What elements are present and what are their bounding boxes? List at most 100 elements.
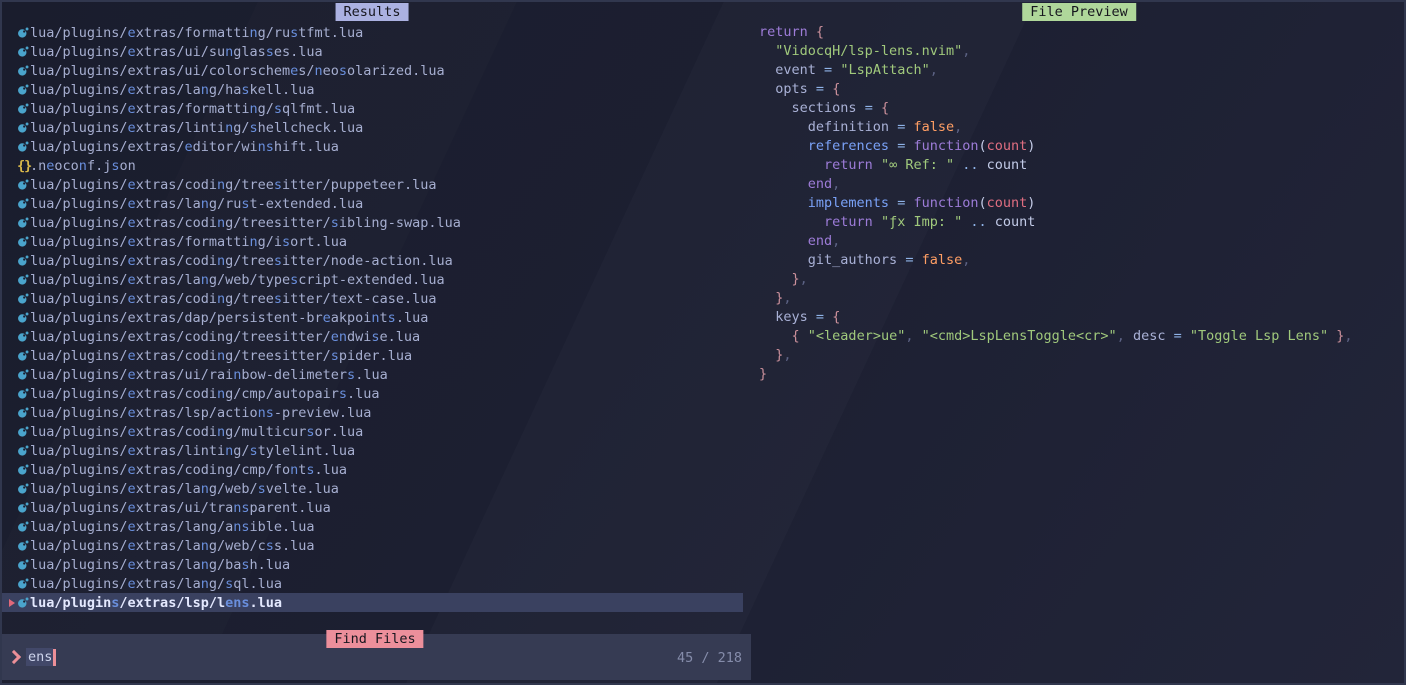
result-path: lua/plugins/extras/coding/treesitter/end…	[30, 329, 420, 345]
lua-file-icon	[17, 369, 30, 381]
code-line: end,	[759, 175, 1399, 194]
result-row[interactable]: lua/plugins/extras/lang/bash.lua	[0, 555, 743, 574]
code-line: references = function(count)	[759, 137, 1399, 156]
result-path: .neoconf.json	[30, 158, 136, 174]
result-row[interactable]: lua/plugins/extras/ui/transparent.lua	[0, 498, 743, 517]
result-row[interactable]: lua/plugins/extras/lang/web/svelte.lua	[0, 479, 743, 498]
results-counter: 45 / 218	[677, 650, 742, 666]
prompt-bar[interactable]: Find Files ens 45 / 218	[0, 634, 751, 680]
lua-file-icon	[17, 540, 30, 552]
result-row[interactable]: lua/plugins/extras/linting/shellcheck.lu…	[0, 118, 743, 137]
result-row[interactable]: lua/plugins/extras/editor/winshift.lua	[0, 137, 743, 156]
lua-file-icon	[17, 46, 30, 58]
code-line: event = "LspAttach",	[759, 61, 1399, 80]
result-row[interactable]: lua/plugins/extras/lsp/actions-preview.l…	[0, 403, 743, 422]
result-row[interactable]: lua/plugins/extras/lsp/lens.lua	[0, 593, 743, 612]
code-line: return "∞ Ref: " .. count	[759, 156, 1399, 175]
lua-file-icon	[17, 122, 30, 134]
lua-file-icon	[17, 84, 30, 96]
result-row[interactable]: lua/plugins/extras/coding/treesitter/tex…	[0, 289, 743, 308]
lua-file-icon	[17, 293, 30, 305]
result-row[interactable]: lua/plugins/extras/coding/multicursor.lu…	[0, 422, 743, 441]
lua-file-icon	[17, 27, 30, 39]
results-list[interactable]: lua/plugins/extras/formatting/rustfmt.lu…	[0, 23, 751, 612]
lua-file-icon	[17, 578, 30, 590]
code-line: git_authors = false,	[759, 251, 1399, 270]
result-row[interactable]: lua/plugins/extras/formatting/sqlfmt.lua	[0, 99, 743, 118]
lua-file-icon	[17, 236, 30, 248]
lua-file-icon	[17, 559, 30, 571]
result-path: lua/plugins/extras/coding/treesitter/spi…	[30, 348, 412, 364]
result-row[interactable]: lua/plugins/extras/formatting/isort.lua	[0, 232, 743, 251]
code-line: },	[759, 289, 1399, 308]
lua-file-icon	[17, 464, 30, 476]
result-path: lua/plugins/extras/coding/cmp/autopairs.…	[30, 386, 380, 402]
result-path: lua/plugins/extras/lsp/lens.lua	[30, 595, 282, 611]
result-row[interactable]: lua/plugins/extras/lang/web/css.lua	[0, 536, 743, 555]
result-path: lua/plugins/extras/formatting/isort.lua	[30, 234, 347, 250]
result-path: lua/plugins/extras/lang/web/css.lua	[30, 538, 315, 554]
lua-file-icon	[17, 407, 30, 419]
prompt-cursor	[53, 649, 56, 666]
result-row[interactable]: lua/plugins/extras/lang/haskell.lua	[0, 80, 743, 99]
result-row[interactable]: lua/plugins/extras/dap/persistent-breakp…	[0, 308, 743, 327]
result-row[interactable]: lua/plugins/extras/coding/treesitter/nod…	[0, 251, 743, 270]
result-row[interactable]: lua/plugins/extras/formatting/rustfmt.lu…	[0, 23, 743, 42]
result-row[interactable]: lua/plugins/extras/ui/rainbow-delimeters…	[0, 365, 743, 384]
code-line: opts = {	[759, 80, 1399, 99]
result-row[interactable]: lua/plugins/extras/lang/ansible.lua	[0, 517, 743, 536]
result-path: lua/plugins/extras/linting/shellcheck.lu…	[30, 120, 363, 136]
result-row[interactable]: lua/plugins/extras/lang/sql.lua	[0, 574, 743, 593]
result-path: lua/plugins/extras/coding/multicursor.lu…	[30, 424, 363, 440]
code-line: implements = function(count)	[759, 194, 1399, 213]
result-path: lua/plugins/extras/lsp/actions-preview.l…	[30, 405, 371, 421]
result-path: lua/plugins/extras/lang/rust-extended.lu…	[30, 196, 363, 212]
result-path: lua/plugins/extras/coding/cmp/fonts.lua	[30, 462, 347, 478]
prompt-input[interactable]: ens	[26, 648, 53, 666]
result-row[interactable]: lua/plugins/extras/ui/colorschemes/neoso…	[0, 61, 743, 80]
code-line: keys = {	[759, 308, 1399, 327]
result-row[interactable]: lua/plugins/extras/coding/treesitter/sib…	[0, 213, 743, 232]
lua-file-icon	[17, 255, 30, 267]
lua-file-icon	[17, 521, 30, 533]
result-row[interactable]: lua/plugins/extras/coding/treesitter/end…	[0, 327, 743, 346]
result-row[interactable]: lua/plugins/extras/coding/cmp/autopairs.…	[0, 384, 743, 403]
lua-file-icon	[17, 502, 30, 514]
result-path: lua/plugins/extras/formatting/rustfmt.lu…	[30, 25, 363, 41]
code-line: sections = {	[759, 99, 1399, 118]
result-row[interactable]: lua/plugins/extras/coding/treesitter/pup…	[0, 175, 743, 194]
result-path: lua/plugins/extras/formatting/sqlfmt.lua	[30, 101, 355, 117]
result-row[interactable]: lua/plugins/extras/linting/stylelint.lua	[0, 441, 743, 460]
result-path: lua/plugins/extras/dap/persistent-breakp…	[30, 310, 428, 326]
lua-file-icon	[17, 597, 30, 609]
result-row[interactable]: lua/plugins/extras/coding/treesitter/spi…	[0, 346, 743, 365]
code-line: { "<leader>ue", "<cmd>LspLensToggle<cr>"…	[759, 327, 1399, 346]
result-path: lua/plugins/extras/lang/haskell.lua	[30, 82, 315, 98]
code-line: },	[759, 270, 1399, 289]
preview-title: File Preview	[1022, 3, 1136, 21]
lua-file-icon	[17, 217, 30, 229]
code-line: },	[759, 346, 1399, 365]
lua-file-icon	[17, 65, 30, 77]
result-path: lua/plugins/extras/lang/bash.lua	[30, 557, 290, 573]
preview-panel[interactable]: return { "VidocqH/lsp-lens.nvim", event …	[759, 23, 1399, 384]
result-path: lua/plugins/extras/ui/rainbow-delimeters…	[30, 367, 388, 383]
lua-file-icon	[17, 141, 30, 153]
result-row[interactable]: lua/plugins/extras/lang/web/typescript-e…	[0, 270, 743, 289]
code-line: return "ƒx Imp: " .. count	[759, 213, 1399, 232]
result-row[interactable]: lua/plugins/extras/ui/sunglasses.lua	[0, 42, 743, 61]
lua-file-icon	[17, 198, 30, 210]
result-row[interactable]: {}.neoconf.json	[0, 156, 743, 175]
result-path: lua/plugins/extras/lang/web/typescript-e…	[30, 272, 445, 288]
result-path: lua/plugins/extras/editor/winshift.lua	[30, 139, 339, 155]
result-row[interactable]: lua/plugins/extras/coding/cmp/fonts.lua	[0, 460, 743, 479]
code-line: end,	[759, 232, 1399, 251]
selection-caret-icon	[0, 599, 17, 607]
lua-file-icon	[17, 312, 30, 324]
json-file-icon: {}	[17, 158, 30, 174]
lua-file-icon	[17, 103, 30, 115]
result-path: lua/plugins/extras/coding/treesitter/pup…	[30, 177, 436, 193]
result-path: lua/plugins/extras/ui/colorschemes/neoso…	[30, 63, 445, 79]
result-row[interactable]: lua/plugins/extras/lang/rust-extended.lu…	[0, 194, 743, 213]
result-path: lua/plugins/extras/ui/sunglasses.lua	[30, 44, 323, 60]
